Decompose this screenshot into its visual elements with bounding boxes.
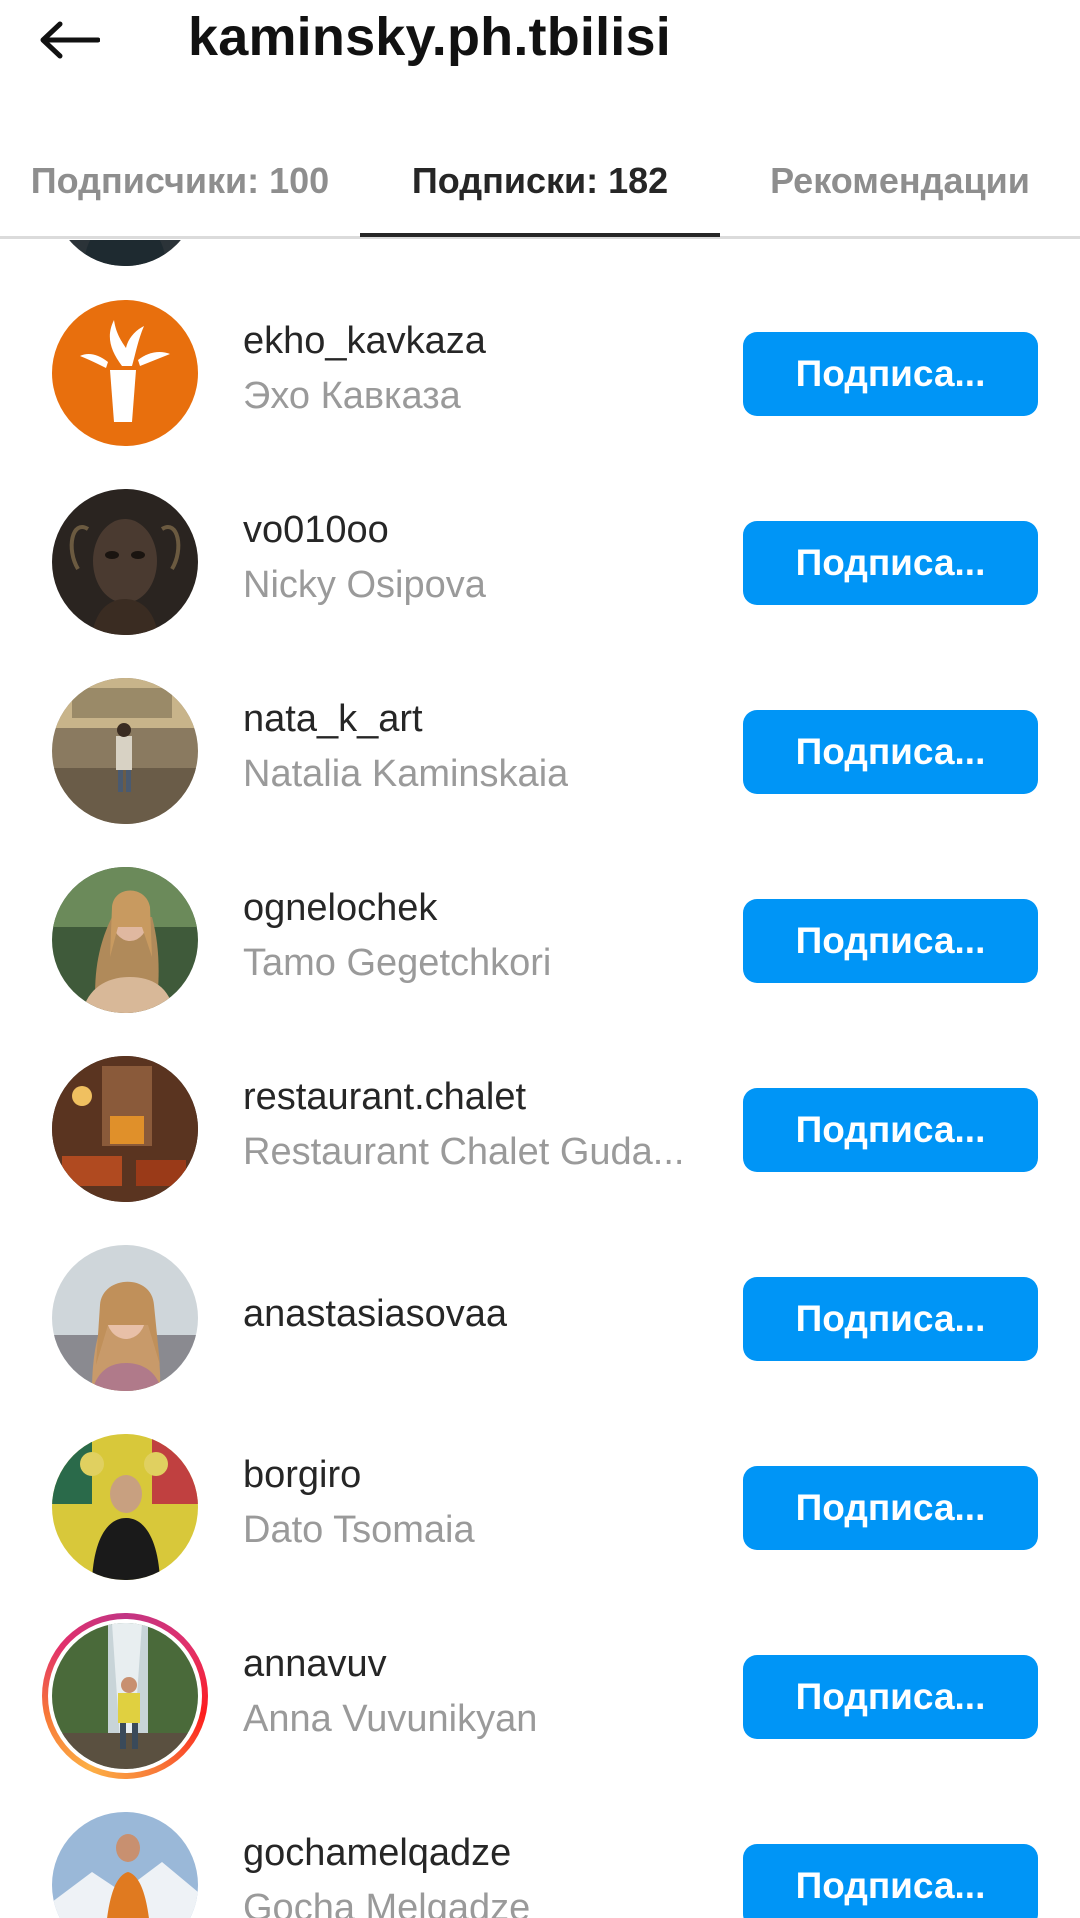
following-button[interactable]: Подписа... (743, 1466, 1038, 1550)
following-button[interactable]: Подписа... (743, 899, 1038, 983)
following-button[interactable]: Подписа... (743, 1277, 1038, 1361)
list-item[interactable]: ekho_kavkaza Эхо Кавказа Подписа... (0, 300, 1080, 489)
active-tab-indicator (360, 233, 720, 237)
following-button[interactable]: Подписа... (743, 332, 1038, 416)
full-name: Эхо Кавказа (243, 375, 461, 417)
avatar[interactable] (52, 678, 198, 824)
following-button[interactable]: Подписа... (743, 1088, 1038, 1172)
page-title: kaminsky.ph.tbilisi (188, 7, 671, 67)
tab-following[interactable]: Подписки: 182 (360, 126, 720, 236)
full-name: Restaurant Chalet Guda... (243, 1131, 685, 1173)
full-name: Gocha Melgadze (243, 1887, 531, 1918)
username[interactable]: gochamelqadze (243, 1832, 511, 1875)
username[interactable]: ognelochek (243, 887, 437, 930)
avatar[interactable] (52, 1434, 198, 1580)
list-item[interactable]: gochamelqadze Gocha Melgadze Подписа... (0, 1812, 1080, 1918)
username[interactable]: borgiro (243, 1454, 361, 1497)
list-item[interactable]: ognelochek Tamo Gegetchkori Подписа... (0, 867, 1080, 1056)
avatar[interactable] (52, 1812, 198, 1918)
header: kaminsky.ph.tbilisi (0, 0, 1080, 80)
username[interactable]: annavuv (243, 1643, 387, 1686)
tab-bar: Подписчики: 100 Подписки: 182 Рекомендац… (0, 126, 1080, 239)
username[interactable]: vo010oo (243, 509, 389, 552)
avatar[interactable] (52, 489, 198, 635)
full-name: Nicky Osipova (243, 564, 486, 606)
following-button[interactable]: Подписа... (743, 1844, 1038, 1918)
tab-followers[interactable]: Подписчики: 100 (0, 126, 360, 236)
list-item[interactable]: restaurant.chalet Restaurant Chalet Guda… (0, 1056, 1080, 1245)
username[interactable]: anastasiasovaa (243, 1293, 507, 1336)
following-button[interactable]: Подписа... (743, 710, 1038, 794)
list-item[interactable]: anastasiasovaa Подписа... (0, 1245, 1080, 1434)
full-name: Natalia Kaminskaia (243, 753, 569, 795)
username[interactable]: restaurant.chalet (243, 1076, 526, 1119)
username[interactable]: nata_k_art (243, 698, 423, 741)
back-button[interactable] (38, 8, 108, 72)
full-name: Anna Vuvunikyan (243, 1698, 538, 1740)
avatar[interactable] (52, 240, 198, 266)
following-button[interactable]: Подписа... (743, 1655, 1038, 1739)
list-item[interactable]: annavuv Anna Vuvunikyan Подписа... (0, 1613, 1080, 1812)
list-item[interactable]: vo010oo Nicky Osipova Подписа... (0, 489, 1080, 678)
following-list[interactable]: ekho_kavkaza Эхо Кавказа Подписа... vo01… (0, 240, 1080, 1918)
following-screen: kaminsky.ph.tbilisi Подписчики: 100 Подп… (0, 0, 1080, 1918)
full-name: Tamo Gegetchkori (243, 942, 552, 984)
username[interactable]: ekho_kavkaza (243, 320, 486, 363)
tab-suggestions[interactable]: Рекомендации (720, 126, 1080, 236)
avatar[interactable] (52, 1623, 198, 1769)
list-item[interactable]: borgiro Dato Tsomaia Подписа... (0, 1434, 1080, 1623)
list-item[interactable]: nata_k_art Natalia Kaminskaia Подписа... (0, 678, 1080, 867)
arrow-left-icon (40, 21, 100, 59)
avatar[interactable] (52, 1056, 198, 1202)
avatar[interactable] (52, 1245, 198, 1391)
full-name: Dato Tsomaia (243, 1509, 475, 1551)
avatar[interactable] (52, 867, 198, 1013)
following-button[interactable]: Подписа... (743, 521, 1038, 605)
avatar[interactable] (52, 300, 198, 446)
